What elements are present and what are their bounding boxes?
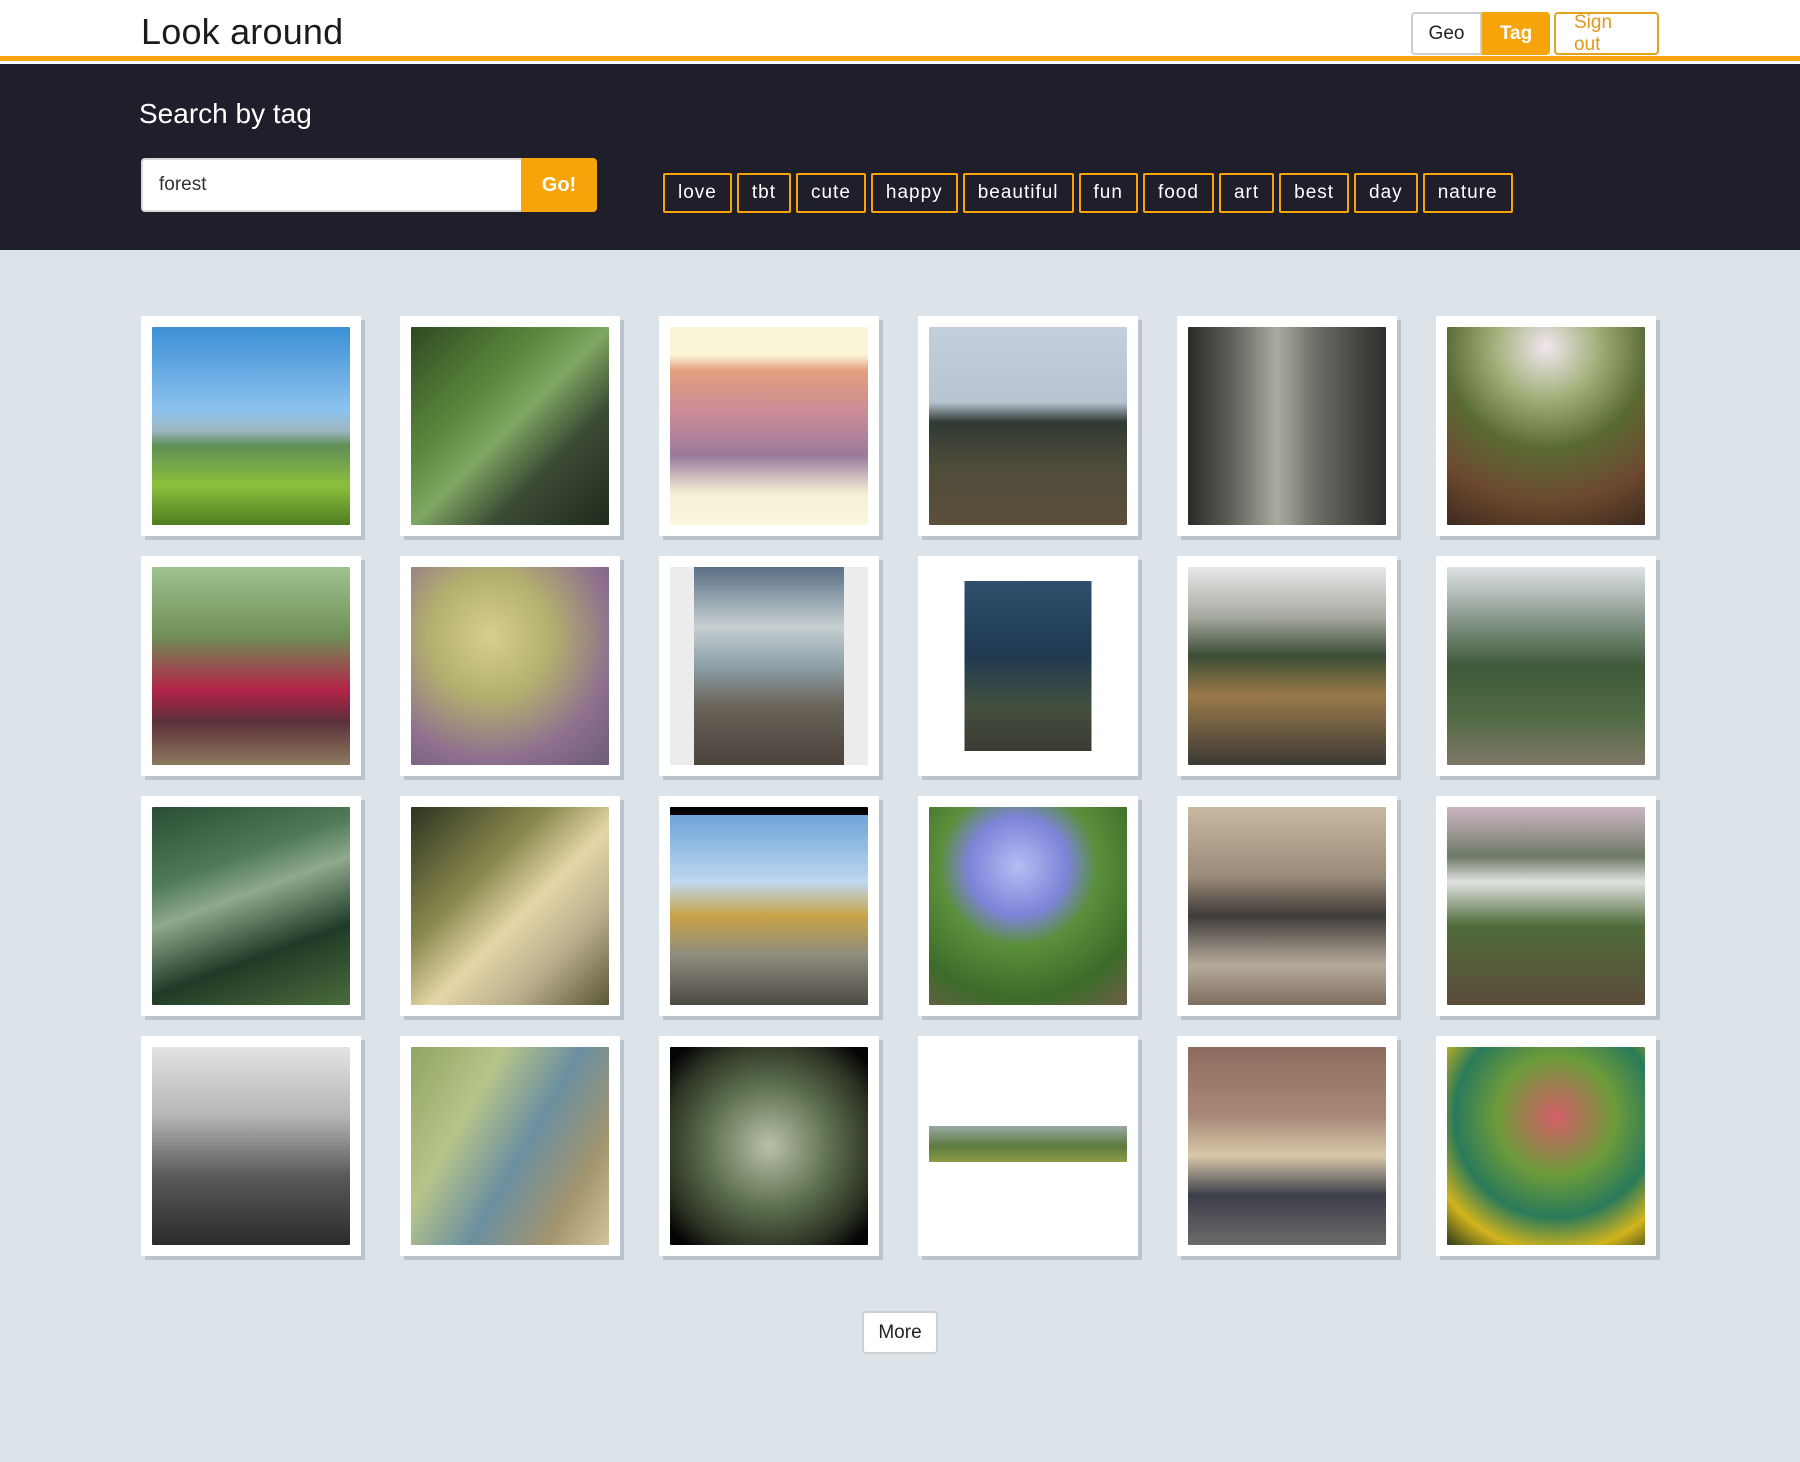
photo-card[interactable] (1177, 556, 1397, 776)
photo-card[interactable] (659, 796, 879, 1016)
photo-card[interactable] (1436, 316, 1656, 536)
photo-image (670, 1047, 868, 1245)
photo-card[interactable] (141, 556, 361, 776)
photo-image (1447, 807, 1645, 1005)
photo-image (1188, 807, 1386, 1005)
search-panel: Search by tag Go! love tbt cute happy be… (0, 67, 1800, 250)
photo-card[interactable] (1177, 1036, 1397, 1256)
photo-image (670, 567, 868, 765)
tag-chip-best[interactable]: best (1279, 173, 1350, 213)
tag-chip-fun[interactable]: fun (1078, 173, 1138, 213)
photo-card[interactable] (400, 316, 620, 536)
tag-chip-art[interactable]: art (1218, 173, 1275, 213)
more-button[interactable]: More (862, 1311, 938, 1354)
tag-chip-nature[interactable]: nature (1422, 173, 1513, 213)
photo-image (929, 1047, 1127, 1245)
tag-chip-love[interactable]: love (663, 173, 732, 213)
tag-chip-cute[interactable]: cute (795, 173, 866, 213)
photo-card[interactable] (1436, 556, 1656, 776)
photo-image (1447, 327, 1645, 525)
photo-image (670, 327, 868, 525)
photo-image (1447, 567, 1645, 765)
photo-card[interactable] (659, 556, 879, 776)
photo-card[interactable] (659, 1036, 879, 1256)
photo-image (929, 567, 1127, 765)
tag-chip-food[interactable]: food (1142, 173, 1214, 213)
photo-card[interactable] (141, 1036, 361, 1256)
photo-image (411, 807, 609, 1005)
tag-chip-day[interactable]: day (1354, 173, 1418, 213)
photo-image (1188, 327, 1386, 525)
photo-card[interactable] (141, 316, 361, 536)
mode-toggle-group: Geo Tag (1411, 12, 1550, 55)
tag-search-input[interactable] (141, 158, 521, 212)
photo-image (152, 807, 350, 1005)
photo-card[interactable] (1177, 316, 1397, 536)
geo-mode-button[interactable]: Geo (1411, 12, 1482, 55)
photo-image (152, 567, 350, 765)
photo-image (411, 1047, 609, 1245)
photo-card[interactable] (918, 556, 1138, 776)
tag-chip-happy[interactable]: happy (870, 173, 958, 213)
photo-card[interactable] (659, 316, 879, 536)
tag-chip-tbt[interactable]: tbt (736, 173, 791, 213)
popular-tags: love tbt cute happy beautiful fun food a… (663, 173, 1513, 213)
photo-card[interactable] (1177, 796, 1397, 1016)
photo-card[interactable] (918, 1036, 1138, 1256)
photo-image (152, 327, 350, 525)
photo-image (411, 327, 609, 525)
photo-image (1447, 1047, 1645, 1245)
photo-card[interactable] (1436, 1036, 1656, 1256)
photo-grid (141, 316, 1656, 1256)
photo-image (929, 327, 1127, 525)
photo-image (1188, 1047, 1386, 1245)
photo-image (152, 1047, 350, 1245)
go-button[interactable]: Go! (521, 158, 597, 212)
photo-card[interactable] (918, 796, 1138, 1016)
photo-image (670, 807, 868, 1005)
search-heading: Search by tag (139, 98, 312, 129)
photo-image (929, 807, 1127, 1005)
tag-chip-beautiful[interactable]: beautiful (962, 173, 1074, 213)
photo-card[interactable] (400, 556, 620, 776)
photo-image (411, 567, 609, 765)
photo-card[interactable] (400, 796, 620, 1016)
app-title[interactable]: Look around (141, 11, 343, 53)
photo-card[interactable] (400, 1036, 620, 1256)
photo-image (1188, 567, 1386, 765)
photo-card[interactable] (141, 796, 361, 1016)
photo-card[interactable] (918, 316, 1138, 536)
photo-card[interactable] (1436, 796, 1656, 1016)
sign-out-button[interactable]: Sign out (1554, 12, 1659, 55)
tag-mode-button[interactable]: Tag (1482, 12, 1550, 55)
